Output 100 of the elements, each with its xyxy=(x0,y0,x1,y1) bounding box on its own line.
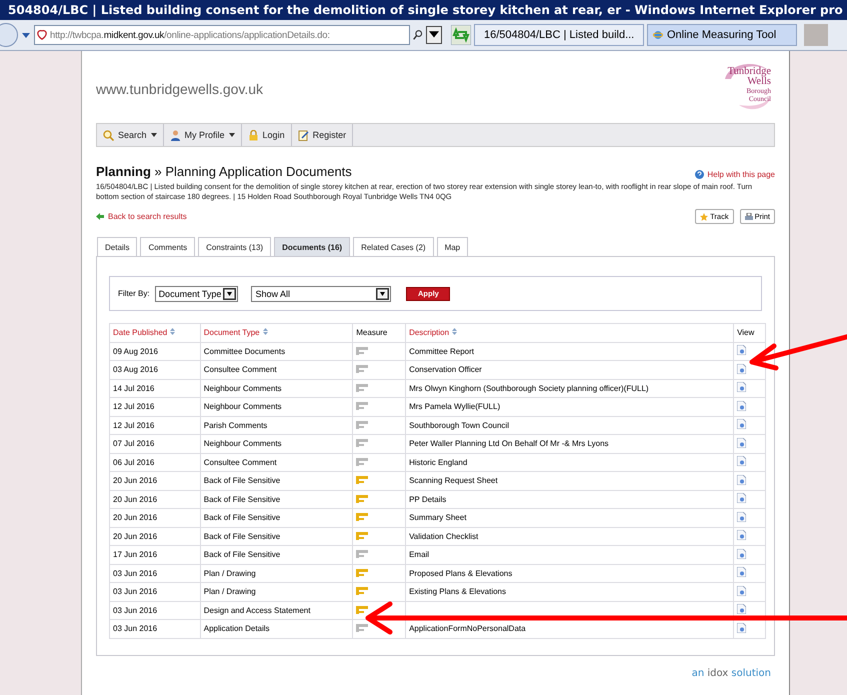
column-header[interactable]: Description xyxy=(406,324,734,342)
nav-button[interactable]: Register xyxy=(292,124,354,146)
table-cell: 03 Jun 2016 xyxy=(110,582,200,601)
table-cell: Committee Documents xyxy=(200,342,353,360)
table-cell: 03 Jun 2016 xyxy=(110,564,200,582)
sort-icon[interactable] xyxy=(262,328,268,336)
back-link[interactable]: Back to search results xyxy=(108,212,187,221)
table-cell: ApplicationFormNoPersonalData xyxy=(406,620,734,638)
table-cell: 03 Jun 2016 xyxy=(110,601,200,620)
table-cell: Consultee Comment xyxy=(200,360,353,379)
table-cell: Peter Waller Planning Ltd On Behalf Of Mr -& Mrs Lyons xyxy=(406,434,734,453)
help-link[interactable]: Help with this page xyxy=(707,170,775,179)
document-view-icon[interactable] xyxy=(737,474,746,485)
table-cell: Design and Access Statement xyxy=(200,601,353,620)
page-heading: Planning » Planning Application Documents xyxy=(96,164,352,179)
table-cell: PP Details xyxy=(406,490,734,508)
document-view-icon[interactable] xyxy=(737,530,746,540)
document-view-icon[interactable] xyxy=(737,493,746,504)
table-cell: Historic England xyxy=(406,453,734,472)
window-title: 504804/LBC | Listed building consent for the demolition of single storey kitchen at rear, er - Windows Internet Explorer pro xyxy=(0,0,847,20)
caret-icon xyxy=(376,288,390,300)
table-cell: 09 Aug 2016 xyxy=(110,342,200,360)
table-cell: 03 Jun 2016 xyxy=(110,620,200,638)
table-cell: Back of File Sensitive xyxy=(200,490,353,508)
table-cell: Consultee Comment xyxy=(200,453,353,472)
table-cell: Conservation Officer xyxy=(406,360,734,379)
tab[interactable]: Documents (16) xyxy=(274,237,350,256)
document-view-icon[interactable] xyxy=(737,622,746,633)
sort-icon[interactable] xyxy=(452,328,458,336)
document-view-icon[interactable] xyxy=(737,548,746,559)
measure-icon[interactable] xyxy=(356,494,368,503)
browser-tab[interactable]: 16/504804/LBC | Listed build... xyxy=(474,24,644,46)
measure-icon[interactable] xyxy=(356,475,368,484)
document-view-icon[interactable] xyxy=(737,567,746,578)
address-field[interactable]: http://twbcpa.midkent.gov.uk/online-applications/applicationDetails.do: xyxy=(34,25,410,45)
column-header: Measure xyxy=(352,324,406,342)
measure-icon[interactable] xyxy=(356,568,368,577)
document-view-icon[interactable] xyxy=(737,419,746,430)
table-cell: Application Details xyxy=(200,620,353,638)
document-view-icon[interactable] xyxy=(737,400,746,411)
table-cell: Committee Report xyxy=(406,342,734,360)
tab[interactable]: Constraints (13) xyxy=(198,237,272,256)
left-arrow-icon xyxy=(96,213,104,220)
document-view-icon[interactable] xyxy=(737,456,746,466)
table-cell: Validation Checklist xyxy=(406,527,734,546)
column-header[interactable]: Date Published xyxy=(110,324,200,342)
refresh-icon[interactable] xyxy=(451,25,471,45)
measure-icon[interactable] xyxy=(356,604,368,614)
tab[interactable]: Related Cases (2) xyxy=(353,237,434,256)
back-button[interactable] xyxy=(0,23,18,47)
column-header[interactable]: Document Type xyxy=(200,324,353,342)
measure-icon[interactable] xyxy=(356,530,368,540)
nav-button[interactable]: Search xyxy=(97,124,164,146)
table-cell: Plan / Drawing xyxy=(200,564,353,582)
table-cell: Southborough Town Council xyxy=(406,416,734,434)
table-cell: 03 Aug 2016 xyxy=(110,360,200,379)
caret-icon xyxy=(223,288,236,300)
tab[interactable]: Details xyxy=(97,237,138,256)
table-cell: Scanning Request Sheet xyxy=(406,472,734,490)
table-cell: Mrs Olwyn Kinghorn (Southborough Society planning officer)(FULL) xyxy=(406,379,734,398)
table-cell: Existing Plans & Elevations xyxy=(406,582,734,601)
table-cell: Back of File Sensitive xyxy=(200,472,353,490)
site-url: www.tunbridgewells.gov.uk xyxy=(96,81,264,97)
column-header: View xyxy=(734,324,766,342)
table-cell: Email xyxy=(406,546,734,564)
document-view-icon[interactable] xyxy=(737,345,746,356)
dropdown-button[interactable] xyxy=(426,26,442,44)
filter-label: Filter By: xyxy=(118,289,150,298)
table-cell: 20 Jun 2016 xyxy=(110,490,200,508)
measure-icon[interactable] xyxy=(356,586,368,596)
document-view-icon[interactable] xyxy=(737,382,746,392)
document-view-icon[interactable] xyxy=(737,364,746,374)
document-view-icon[interactable] xyxy=(737,438,746,448)
printer-icon xyxy=(744,212,753,220)
tab[interactable]: Map xyxy=(436,237,468,256)
table-cell: Neighbour Comments xyxy=(200,379,353,398)
help-icon xyxy=(695,170,704,179)
globe-icon xyxy=(653,30,663,40)
document-view-icon[interactable] xyxy=(737,586,746,596)
form-icon xyxy=(298,130,309,140)
idox-logo: an idox solution xyxy=(692,668,771,679)
caret-icon[interactable] xyxy=(21,30,31,40)
table-cell: Neighbour Comments xyxy=(200,434,353,453)
table-cell: 20 Jun 2016 xyxy=(110,508,200,527)
browser-tab[interactable]: Online Measuring Tool xyxy=(647,24,797,46)
table-cell: 14 Jul 2016 xyxy=(110,379,200,398)
dropdown[interactable]: Document Type xyxy=(154,286,238,302)
dropdown[interactable]: Show All xyxy=(251,286,392,302)
table-cell: 17 Jun 2016 xyxy=(110,546,200,564)
table-cell: Plan / Drawing xyxy=(200,582,353,601)
nav-button[interactable]: Login xyxy=(242,124,292,146)
document-view-icon[interactable] xyxy=(737,604,746,614)
search-icon[interactable] xyxy=(413,30,423,40)
table-cell: Back of File Sensitive xyxy=(200,527,353,546)
measure-icon[interactable] xyxy=(356,512,368,522)
tab[interactable]: Comments xyxy=(140,237,196,256)
sort-icon[interactable] xyxy=(170,328,176,336)
document-view-icon[interactable] xyxy=(737,512,746,522)
nav-button[interactable]: My Profile xyxy=(164,124,242,146)
table-cell: Summary Sheet xyxy=(406,508,734,527)
